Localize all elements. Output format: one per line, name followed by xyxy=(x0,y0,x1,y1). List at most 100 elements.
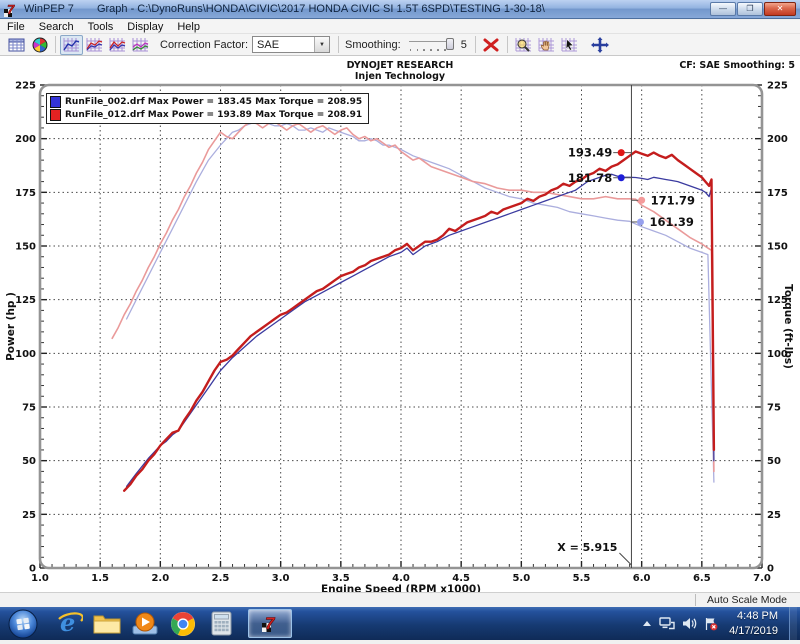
zoom-graph-button[interactable] xyxy=(512,35,535,55)
menu-bar: File Search Tools Display Help xyxy=(0,20,800,33)
app-name: WinPEP 7 xyxy=(24,3,74,15)
legend-box[interactable]: RunFile_002.drf Max Power = 183.45 Max T… xyxy=(46,93,369,124)
explorer-folder-icon[interactable] xyxy=(90,610,124,638)
cursor-x-label: X = 5.915 xyxy=(557,541,617,554)
svg-text:3.0: 3.0 xyxy=(272,573,290,584)
svg-text:100: 100 xyxy=(15,349,36,360)
graph-view-4-button[interactable] xyxy=(129,35,152,55)
graph-view-2-button[interactable] xyxy=(83,35,106,55)
svg-text:225: 225 xyxy=(15,81,36,92)
svg-text:25: 25 xyxy=(22,510,36,521)
series-runfile_002-torque xyxy=(127,119,714,482)
marker-dot xyxy=(638,197,645,204)
legend-swatch-red xyxy=(50,109,61,121)
legend-text: RunFile_012.drf Max Power = 193.89 Max T… xyxy=(65,110,362,120)
x-axis-title: Engine Speed (RPM x1000) xyxy=(321,584,481,593)
window-title: Graph - C:\DynoRuns\HONDA\CIVIC\2017 HON… xyxy=(97,3,545,15)
svg-text:6.5: 6.5 xyxy=(693,573,711,584)
correction-factor-value: SAE xyxy=(257,39,279,51)
toolbar: Correction Factor: SAE ▼ Smoothing: 5 xyxy=(0,33,800,56)
svg-text:50: 50 xyxy=(22,456,36,467)
marker-value: 193.49 xyxy=(568,146,612,160)
marker-dot xyxy=(618,149,625,156)
start-button[interactable] xyxy=(8,609,38,639)
menu-file[interactable]: File xyxy=(0,21,32,33)
svg-text:150: 150 xyxy=(767,242,788,253)
restore-button[interactable]: ❐ xyxy=(737,2,763,16)
tray-expand-icon[interactable] xyxy=(642,620,652,627)
delete-run-button[interactable] xyxy=(480,35,503,55)
svg-text:7: 7 xyxy=(265,614,276,633)
correction-factor-dropdown[interactable]: SAE ▼ xyxy=(252,36,330,53)
pan-graph-button[interactable] xyxy=(535,35,558,55)
marker-value: 171.79 xyxy=(651,193,695,207)
chart-panel: DYNOJET RESEARCH Injen Technology CF: SA… xyxy=(0,56,800,592)
runfile-table-button[interactable] xyxy=(5,35,28,55)
y-right-axis-title: Torque (ft-lbs) xyxy=(782,284,794,369)
minimize-button[interactable]: — xyxy=(710,2,736,16)
menu-search[interactable]: Search xyxy=(32,21,81,33)
svg-text:3.5: 3.5 xyxy=(332,573,350,584)
color-wheel-button[interactable] xyxy=(28,35,51,55)
internet-explorer-icon[interactable]: e xyxy=(52,610,86,638)
media-player-icon[interactable] xyxy=(128,610,162,638)
svg-text:25: 25 xyxy=(767,510,781,521)
calculator-icon[interactable] xyxy=(204,610,238,638)
svg-text:7.0: 7.0 xyxy=(753,573,771,584)
dyno-graph[interactable]: 1.01.52.02.53.03.54.04.55.05.56.06.57.00… xyxy=(0,56,800,592)
menu-display[interactable]: Display xyxy=(120,21,170,33)
scale-mode-indicator: Auto Scale Mode xyxy=(695,594,798,606)
legend-swatch-blue xyxy=(50,96,61,108)
status-bar: Auto Scale Mode xyxy=(0,592,800,607)
screen: { "window": { "app_name": "WinPEP 7", "d… xyxy=(0,0,800,640)
svg-text:6.0: 6.0 xyxy=(633,573,651,584)
smoothing-label: Smoothing: xyxy=(345,39,401,51)
svg-text:150: 150 xyxy=(15,242,36,253)
svg-text:4.5: 4.5 xyxy=(452,573,470,584)
svg-text:5.0: 5.0 xyxy=(512,573,530,584)
network-icon[interactable] xyxy=(659,617,675,630)
svg-text:200: 200 xyxy=(15,134,36,145)
y-left-axis-title: Power (hp ) xyxy=(5,292,17,361)
chevron-down-icon[interactable]: ▼ xyxy=(314,37,329,52)
legend-row-runfile-002: RunFile_002.drf Max Power = 183.45 Max T… xyxy=(50,96,362,108)
smoothing-value: 5 xyxy=(461,39,467,51)
svg-text:175: 175 xyxy=(15,188,36,199)
series-runfile_012-power xyxy=(124,152,714,491)
winpep-app-icon: 7 xyxy=(4,2,19,17)
menu-tools[interactable]: Tools xyxy=(81,21,121,33)
marker-dot xyxy=(618,174,625,181)
show-desktop-button[interactable] xyxy=(789,607,797,640)
taskbar: e 7 4:48 PM 4/17/2019 xyxy=(0,607,800,640)
graph-view-3-button[interactable] xyxy=(106,35,129,55)
menu-help[interactable]: Help xyxy=(170,21,207,33)
svg-text:175: 175 xyxy=(767,188,788,199)
crosshair-button[interactable] xyxy=(589,35,612,55)
clock-time: 4:48 PM xyxy=(729,609,778,623)
action-center-flag-icon[interactable] xyxy=(704,617,718,631)
taskbar-clock[interactable]: 4:48 PM 4/17/2019 xyxy=(729,609,778,638)
winpep-taskbar-button[interactable]: 7 xyxy=(248,609,292,638)
svg-text:2.5: 2.5 xyxy=(212,573,230,584)
graph-view-1-button[interactable] xyxy=(60,35,83,55)
slider-handle[interactable] xyxy=(446,38,454,50)
marker-value: 161.39 xyxy=(649,215,693,229)
marker-dot xyxy=(637,218,644,225)
svg-text:75: 75 xyxy=(22,403,36,414)
series-runfile_012-torque xyxy=(112,122,714,472)
volume-icon[interactable] xyxy=(682,617,697,630)
svg-text:0: 0 xyxy=(767,564,774,575)
smoothing-slider[interactable] xyxy=(408,37,454,53)
legend-text: RunFile_002.drf Max Power = 183.45 Max T… xyxy=(65,97,362,107)
title-bar[interactable]: 7 WinPEP 7 Graph - C:\DynoRuns\HONDA\CIV… xyxy=(0,0,800,19)
clock-date: 4/17/2019 xyxy=(729,624,778,638)
svg-text:125: 125 xyxy=(15,295,36,306)
svg-text:7: 7 xyxy=(7,2,15,17)
correction-factor-label: Correction Factor: xyxy=(160,39,248,51)
chrome-icon[interactable] xyxy=(166,610,200,638)
svg-text:0: 0 xyxy=(29,564,36,575)
svg-text:4.0: 4.0 xyxy=(392,573,410,584)
close-button[interactable]: ✕ xyxy=(764,2,796,16)
cursor-graph-button[interactable] xyxy=(558,35,581,55)
svg-text:5.5: 5.5 xyxy=(573,573,591,584)
